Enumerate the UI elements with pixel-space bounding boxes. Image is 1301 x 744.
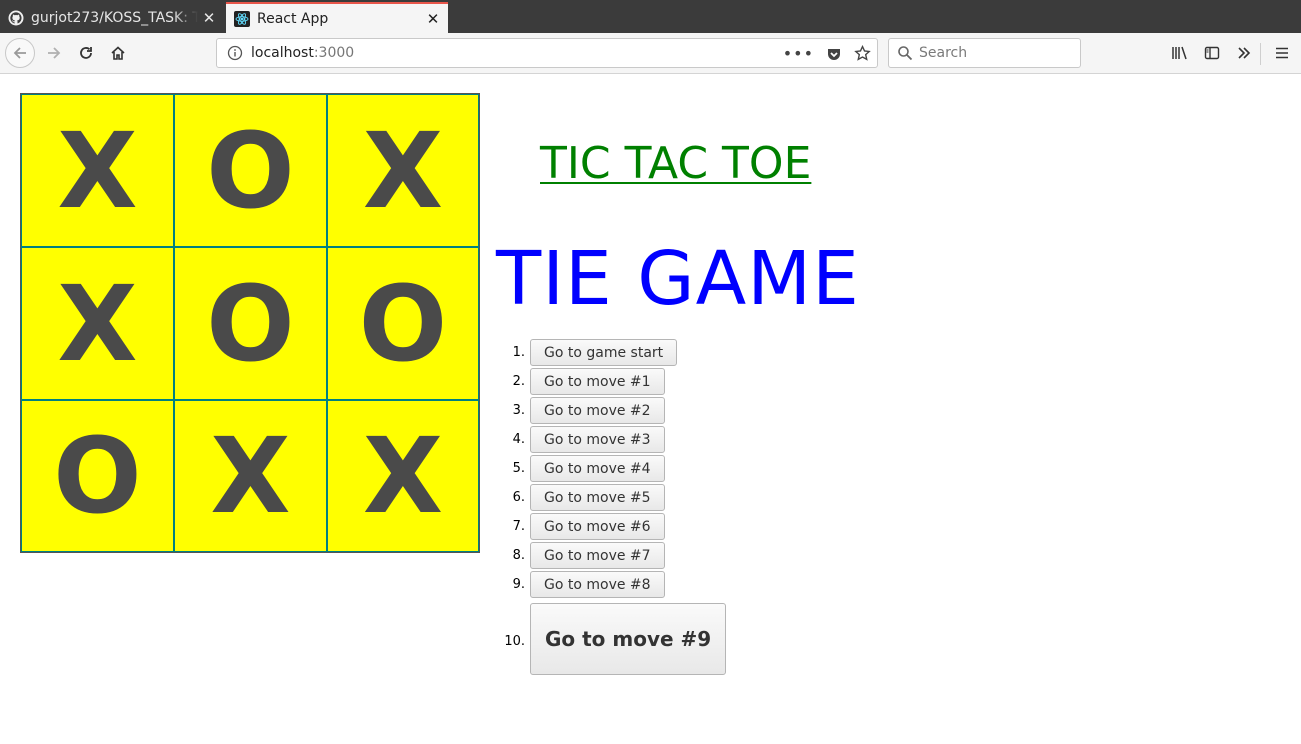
list-item: 9. Go to move #8 <box>496 570 726 599</box>
list-number: 4. <box>512 432 525 447</box>
library-button[interactable] <box>1166 39 1194 67</box>
page-title: TIC TAC TOE <box>540 138 812 189</box>
url-bar[interactable]: localhost:3000 ••• <box>216 38 878 68</box>
list-number: 10. <box>504 633 525 649</box>
go-to-move-button-current[interactable]: Go to move #9 <box>530 603 727 675</box>
move-history-list: 1. Go to game start 2. Go to move #1 3. Go … <box>496 338 727 677</box>
reload-button[interactable] <box>72 39 100 67</box>
back-button[interactable] <box>5 38 35 68</box>
list-number: 9. <box>512 577 525 592</box>
list-number: 8. <box>512 548 525 563</box>
go-to-move-button[interactable]: Go to move #7 <box>530 542 665 569</box>
home-button[interactable] <box>104 39 132 67</box>
list-item: 7. Go to move #6 <box>496 512 726 541</box>
sidebar-icon <box>1204 46 1220 60</box>
board-square[interactable]: X <box>21 94 174 247</box>
reload-icon <box>80 47 92 59</box>
list-item: 4. Go to move #3 <box>496 425 726 454</box>
arrow-right-icon <box>48 47 61 59</box>
arrow-left-icon <box>13 47 26 59</box>
go-to-move-button[interactable]: Go to move #2 <box>530 397 665 424</box>
list-number: 3. <box>512 403 525 418</box>
go-to-move-button[interactable]: Go to move #5 <box>530 484 665 511</box>
url-port: :3000 <box>313 45 355 61</box>
close-icon[interactable]: ✕ <box>198 9 220 27</box>
board-square[interactable]: X <box>21 247 174 400</box>
go-to-move-button[interactable]: Go to move #6 <box>530 513 665 540</box>
home-icon <box>111 46 125 60</box>
close-icon[interactable]: ✕ <box>422 10 444 28</box>
board-square[interactable]: X <box>327 94 479 247</box>
go-to-move-button[interactable]: Go to move #1 <box>530 368 665 395</box>
pocket-icon[interactable] <box>826 46 842 62</box>
go-to-move-button[interactable]: Go to move #3 <box>530 426 665 453</box>
list-number: 7. <box>512 519 525 534</box>
tab-react-app[interactable]: React App ✕ <box>226 2 448 33</box>
url-host: localhost <box>251 45 314 61</box>
game-status: TIE GAME <box>496 236 860 322</box>
board-square[interactable]: X <box>174 400 327 552</box>
game-board: X O X X O O O X X <box>20 93 480 553</box>
search-input[interactable] <box>919 45 1069 61</box>
list-item: 5. Go to move #4 <box>496 454 726 483</box>
list-item: 2. Go to move #1 <box>496 367 726 396</box>
list-item: 8. Go to move #7 <box>496 541 726 570</box>
board-square[interactable]: O <box>21 400 174 552</box>
list-item: 3. Go to move #2 <box>496 396 726 425</box>
tab-bar: gurjot273/KOSS_TASK: T ✕ React App ✕ <box>0 0 1301 33</box>
search-icon <box>898 46 913 61</box>
hamburger-menu-icon <box>1276 47 1288 59</box>
library-icon <box>1172 46 1187 60</box>
search-bar[interactable] <box>888 38 1081 68</box>
react-icon <box>234 10 250 27</box>
board-square[interactable]: O <box>174 94 327 247</box>
go-to-move-button[interactable]: Go to move #8 <box>530 571 665 598</box>
forward-button[interactable] <box>40 39 68 67</box>
github-icon <box>8 10 24 25</box>
list-number: 6. <box>512 490 525 505</box>
sidebar-button[interactable] <box>1198 39 1226 67</box>
chevron-double-right-icon <box>1238 47 1251 59</box>
tab-title: React App <box>257 10 329 27</box>
go-to-move-button[interactable]: Go to game start <box>530 339 678 366</box>
navigation-toolbar: localhost:3000 ••• <box>0 33 1301 74</box>
list-item: 1. Go to game start <box>496 338 726 367</box>
list-number: 1. <box>512 345 525 360</box>
go-to-move-button[interactable]: Go to move #4 <box>530 455 665 482</box>
tab-title: gurjot273/KOSS_TASK: T <box>31 9 198 26</box>
overflow-button[interactable] <box>1230 39 1258 67</box>
board-square[interactable]: O <box>174 247 327 400</box>
board-square[interactable]: O <box>327 247 479 400</box>
list-number: 2. <box>512 374 525 389</box>
info-icon[interactable] <box>227 45 243 61</box>
bookmark-star-icon[interactable] <box>854 45 871 62</box>
list-item-current: 10. Go to move #9 <box>496 601 727 677</box>
menu-button[interactable] <box>1268 39 1296 67</box>
list-number: 5. <box>512 461 525 476</box>
tab-github[interactable]: gurjot273/KOSS_TASK: T ✕ <box>0 2 224 33</box>
board-square[interactable]: X <box>327 400 479 552</box>
page-actions-icon[interactable]: ••• <box>783 44 814 63</box>
toolbar-separator <box>1260 43 1261 65</box>
list-item: 6. Go to move #5 <box>496 483 726 512</box>
